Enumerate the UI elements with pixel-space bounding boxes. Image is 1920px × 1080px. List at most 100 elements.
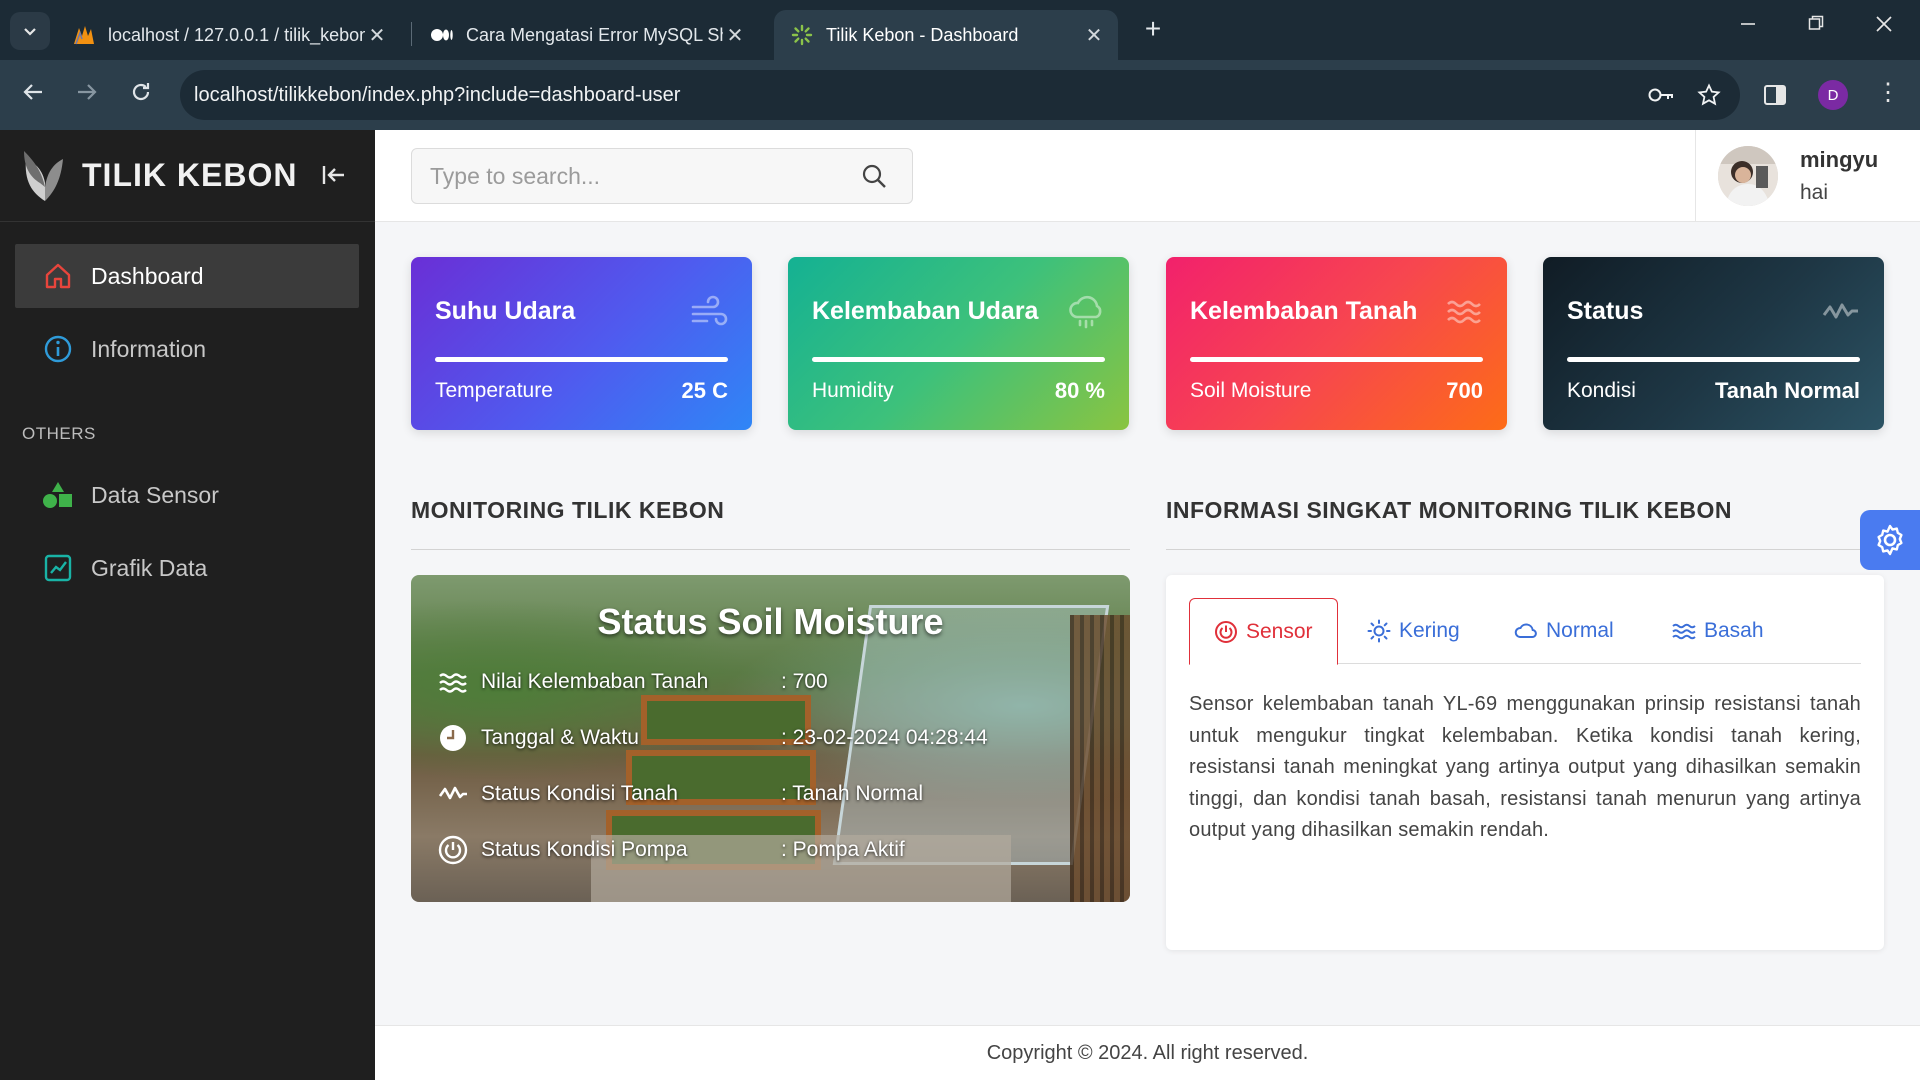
bookmark-star-icon[interactable] xyxy=(1692,83,1726,107)
card-label: Temperature xyxy=(435,379,553,402)
user-menu[interactable]: mingyu hai xyxy=(1695,130,1920,222)
tab-sensor[interactable]: Sensor xyxy=(1189,598,1338,665)
sun-icon xyxy=(1367,619,1391,643)
card-divider xyxy=(435,357,728,362)
card-title: Status xyxy=(1567,297,1644,325)
tab-label: Sensor xyxy=(1246,619,1313,643)
tab-title: Tilik Kebon - Dashboard xyxy=(826,24,1019,45)
tab-label: Kering xyxy=(1399,619,1460,642)
reload-icon[interactable] xyxy=(122,76,160,114)
forward-arrow-icon[interactable] xyxy=(68,76,106,114)
back-arrow-icon[interactable] xyxy=(14,76,52,114)
collapse-sidebar-icon[interactable] xyxy=(319,160,349,190)
top-header: mingyu hai xyxy=(375,130,1920,222)
footer: Copyright © 2024. All right reserved. xyxy=(375,1025,1920,1080)
side-panel-icon[interactable] xyxy=(1762,82,1788,108)
new-tab-plus-icon[interactable]: + xyxy=(1138,14,1168,46)
waves-icon xyxy=(437,666,469,698)
pulse-icon xyxy=(437,778,469,810)
stat-card-humidity: Kelembaban Udara Humidity 80 % xyxy=(788,257,1129,430)
profile-avatar[interactable]: D xyxy=(1818,80,1848,110)
address-bar[interactable]: localhost/tilikkebon/index.php?include=d… xyxy=(180,70,1740,673)
stat-card-soil-moisture: Kelembaban Tanah Soil Moisture 700 xyxy=(1166,257,1507,430)
browser-tab-dashboard[interactable]: Tilik Kebon - Dashboard ✕ xyxy=(774,10,1118,60)
browser-tab-phpmyadmin[interactable]: localhost / 127.0.0.1 / tilik_kebon ✕ xyxy=(56,10,401,60)
chart-icon xyxy=(41,551,75,585)
brand: TILIK KEBON xyxy=(0,130,375,222)
close-tab-icon[interactable]: ✕ xyxy=(365,23,389,48)
monitor-label: Nilai Kelembaban Tanah xyxy=(481,670,709,693)
search-input[interactable] xyxy=(412,149,860,203)
chevron-down-icon xyxy=(24,28,36,36)
monitoring-panel-title: Status Soil Moisture xyxy=(597,601,944,642)
brand-name: TILIK KEBON xyxy=(82,157,298,193)
search-icon[interactable] xyxy=(860,162,888,190)
power-icon xyxy=(1214,620,1238,644)
tab-title: Cara Mengatasi Error MySQL Sh xyxy=(466,24,723,45)
monitor-value: : 700 xyxy=(781,670,828,693)
monitor-label: Status Kondisi Tanah xyxy=(481,782,678,805)
cloud-rain-icon xyxy=(1067,293,1105,331)
copyright-text: Copyright © 2024. All right reserved. xyxy=(986,1042,1309,1064)
search-box xyxy=(411,148,913,204)
section-divider xyxy=(1166,549,1860,550)
monitor-value: : Tanah Normal xyxy=(781,782,924,805)
leaf-logo-icon xyxy=(20,149,70,203)
user-info: mingyu hai xyxy=(1800,147,1878,205)
card-divider xyxy=(812,357,1105,362)
sidebar-item-label: Dashboard xyxy=(91,262,204,289)
card-label: Humidity xyxy=(812,379,894,402)
card-value: 80 % xyxy=(1054,378,1105,403)
fence-image xyxy=(1070,615,1130,902)
restore-icon[interactable] xyxy=(1796,14,1836,40)
card-divider xyxy=(1190,357,1483,362)
card-label: Kondisi xyxy=(1567,379,1636,402)
tab-basah[interactable]: Basah xyxy=(1672,598,1764,664)
tab-separator xyxy=(411,22,412,46)
monitor-value: : 23-02-2024 04:28:44 xyxy=(781,726,988,749)
browser-toolbar: localhost/tilikkebon/index.php?include=d… xyxy=(0,60,1920,673)
card-title: Kelembaban Tanah xyxy=(1190,297,1418,325)
card-value: 700 xyxy=(1446,378,1483,403)
sidebar-item-label: Information xyxy=(91,335,207,362)
sidebar-item-label: Data Sensor xyxy=(91,481,219,508)
monitor-row-soil-moisture: Nilai Kelembaban Tanah : 700 xyxy=(437,666,828,698)
tab-kering[interactable]: Kering xyxy=(1367,598,1460,664)
close-tab-icon[interactable]: ✕ xyxy=(1082,23,1106,48)
password-key-icon[interactable] xyxy=(1644,85,1678,105)
sidebar-section-label: OTHERS xyxy=(22,424,96,443)
close-window-icon[interactable] xyxy=(1864,14,1904,40)
card-title: Suhu Udara xyxy=(435,297,576,325)
stat-card-temperature: Suhu Udara Temperature 25 C xyxy=(411,257,752,430)
minimize-icon[interactable] xyxy=(1728,14,1768,40)
close-tab-icon[interactable]: ✕ xyxy=(723,23,747,48)
sidebar-item-data-sensor[interactable]: Data Sensor xyxy=(15,463,359,527)
sidebar-item-dashboard[interactable]: Dashboard xyxy=(15,244,359,308)
tab-normal[interactable]: Normal xyxy=(1514,598,1614,664)
sidebar: TILIK KEBON Dashboard Information OTHERS… xyxy=(0,130,375,1080)
info-description: Sensor kelembaban tanah YL-69 menggunaka… xyxy=(1189,693,1861,841)
settings-button[interactable] xyxy=(1860,510,1920,570)
browser-tab-article[interactable]: Cara Mengatasi Error MySQL Sh ✕ xyxy=(414,10,759,60)
wind-icon xyxy=(690,293,728,331)
waves-icon xyxy=(1672,619,1696,643)
stat-card-status: Status Kondisi Tanah Normal xyxy=(1543,257,1884,430)
monitoring-panel: Status Soil Moisture Nilai Kelembaban Ta… xyxy=(411,575,1130,902)
card-value: Tanah Normal xyxy=(1714,378,1860,403)
tab-title: localhost / 127.0.0.1 / tilik_kebon xyxy=(108,24,365,45)
section-divider xyxy=(411,549,1130,550)
monitor-row-soil-status: Status Kondisi Tanah : Tanah Normal xyxy=(437,778,923,810)
monitor-label: Tanggal & Waktu xyxy=(481,726,639,749)
browser-tab-strip: localhost / 127.0.0.1 / tilik_kebon ✕ Ca… xyxy=(0,0,1920,60)
sidebar-item-grafik-data[interactable]: Grafik Data xyxy=(15,536,359,600)
user-greeting: hai xyxy=(1800,181,1829,204)
tab-label: Normal xyxy=(1546,619,1614,642)
tab-search-button[interactable] xyxy=(10,12,50,50)
url-text: localhost/tilikkebon/index.php?include=d… xyxy=(194,83,681,106)
gear-icon xyxy=(1877,524,1903,556)
more-menu-icon[interactable]: ⋮ xyxy=(1876,78,1900,107)
user-name: mingyu xyxy=(1800,147,1879,172)
sidebar-item-label: Grafik Data xyxy=(91,554,208,581)
sidebar-item-information[interactable]: Information xyxy=(15,317,359,381)
shapes-icon xyxy=(41,478,75,512)
